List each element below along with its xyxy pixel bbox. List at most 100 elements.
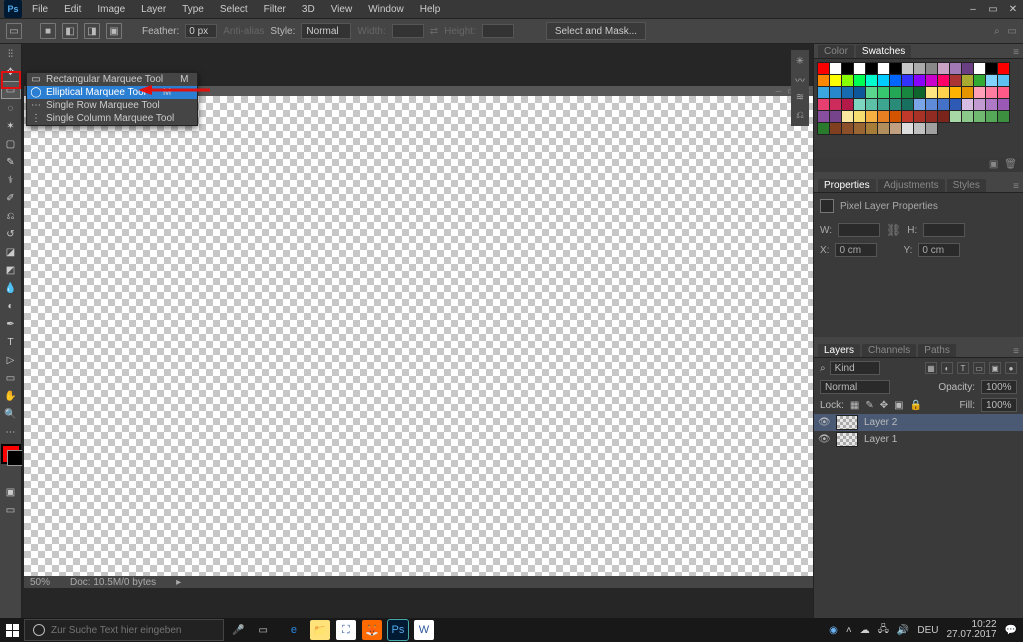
swatch[interactable] — [830, 111, 841, 122]
filter-smart-icon[interactable]: ▣ — [989, 362, 1001, 374]
flyout-item-single-column[interactable]: ⋮ Single Column Marquee Tool — [27, 112, 197, 125]
swatch[interactable] — [878, 87, 889, 98]
feather-field[interactable]: 0 px — [185, 24, 217, 38]
swatch[interactable] — [854, 63, 865, 74]
swatch[interactable] — [866, 111, 877, 122]
pen-tool[interactable]: ✒ — [2, 316, 20, 332]
panel-menu-icon[interactable]: ≡ — [1013, 346, 1023, 357]
brush-panel-icon[interactable]: 〰 — [793, 72, 807, 86]
swatch[interactable] — [854, 75, 865, 86]
swatch[interactable] — [926, 63, 937, 74]
swatch[interactable] — [962, 111, 973, 122]
menu-select[interactable]: Select — [214, 2, 254, 17]
swatch[interactable] — [878, 63, 889, 74]
swatch[interactable] — [902, 111, 913, 122]
swatch[interactable] — [902, 75, 913, 86]
swatch[interactable] — [890, 63, 901, 74]
swatch[interactable] — [986, 87, 997, 98]
layer-row[interactable]: 👁 Layer 1 — [814, 431, 1023, 448]
shape-tool[interactable]: ▭ — [2, 370, 20, 386]
swatch[interactable] — [890, 75, 901, 86]
swatch[interactable] — [998, 75, 1009, 86]
swatch[interactable] — [926, 99, 937, 110]
tray-network-icon[interactable]: 🖧 — [878, 622, 889, 639]
eyedropper-tool[interactable]: ✎ — [2, 154, 20, 170]
channels-tab[interactable]: Channels — [862, 344, 916, 357]
layers-search-icon[interactable]: ⌕ — [820, 363, 826, 374]
search-icon[interactable]: ⌕ — [994, 26, 1000, 37]
edge-icon[interactable]: e — [284, 620, 304, 640]
swatch[interactable] — [938, 75, 949, 86]
taskbar-search[interactable] — [24, 619, 224, 641]
swatch[interactable] — [842, 123, 853, 134]
status-arrow-icon[interactable]: ▸ — [176, 577, 181, 588]
swatch[interactable] — [950, 99, 961, 110]
lock-icon[interactable]: 🔒 — [910, 400, 922, 411]
swatch[interactable] — [854, 111, 865, 122]
healing-brush-tool[interactable]: ⚕ — [2, 172, 20, 188]
color-tab[interactable]: Color — [818, 45, 854, 58]
dodge-tool[interactable]: ◐ — [2, 298, 20, 314]
selection-subtract-icon[interactable]: ◨ — [84, 23, 100, 39]
zoom-tool[interactable]: 🔍 — [2, 406, 20, 422]
filter-toggle-icon[interactable]: ● — [1005, 362, 1017, 374]
swatch[interactable] — [950, 75, 961, 86]
window-restore[interactable]: ▭ — [983, 2, 1003, 17]
prop-h-field[interactable] — [923, 223, 965, 237]
swatch[interactable] — [842, 63, 853, 74]
firefox-icon[interactable]: 🦊 — [362, 620, 382, 640]
history-brush-tool[interactable]: ↺ — [2, 226, 20, 242]
workspace-menu-icon[interactable]: ▭ — [1008, 26, 1017, 37]
swatch[interactable] — [842, 75, 853, 86]
link-wh-icon[interactable]: ⛓ — [886, 223, 901, 237]
swatch[interactable] — [974, 75, 985, 86]
swatch[interactable] — [914, 111, 925, 122]
panel-menu-icon[interactable]: ≡ — [1013, 47, 1023, 58]
menu-type[interactable]: Type — [176, 2, 210, 17]
blend-mode-dropdown[interactable]: Normal — [820, 380, 890, 394]
delete-swatch-icon[interactable]: 🗑 — [1004, 159, 1017, 171]
gradient-tool[interactable]: ◩ — [2, 262, 20, 278]
swatch[interactable] — [818, 123, 829, 134]
swatch[interactable] — [902, 123, 913, 134]
swatch[interactable] — [974, 87, 985, 98]
swatch[interactable] — [926, 123, 937, 134]
swatch[interactable] — [842, 87, 853, 98]
clone-source-icon[interactable]: ⎌ — [793, 108, 807, 122]
swatch[interactable] — [818, 99, 829, 110]
layers-tab[interactable]: Layers — [818, 344, 860, 357]
swatch[interactable] — [962, 63, 973, 74]
visibility-icon[interactable]: 👁 — [818, 417, 830, 428]
swatch[interactable] — [818, 87, 829, 98]
swatch[interactable] — [998, 111, 1009, 122]
menu-image[interactable]: Image — [91, 2, 131, 17]
explorer-icon[interactable]: 📁 — [310, 620, 330, 640]
taskbar-clock[interactable]: 10:22 27.07.2017 — [946, 620, 996, 640]
crop-tool[interactable]: ▢ — [2, 136, 20, 152]
clone-stamp-tool[interactable]: ⎌ — [2, 208, 20, 224]
brush-tool[interactable]: ✐ — [2, 190, 20, 206]
swatch[interactable] — [890, 87, 901, 98]
layer-row[interactable]: 👁 Layer 2 — [814, 414, 1023, 431]
swatch[interactable] — [974, 99, 985, 110]
swatch[interactable] — [830, 123, 841, 134]
select-and-mask-button[interactable]: Select and Mask... — [546, 22, 646, 40]
swatch[interactable] — [902, 87, 913, 98]
lasso-tool[interactable]: ◌ — [2, 100, 20, 116]
window-close[interactable]: ✕ — [1003, 2, 1023, 17]
tray-volume-icon[interactable]: 🔊 — [897, 625, 909, 636]
handle-icon[interactable]: ⫶⫶ — [2, 46, 20, 62]
swatch[interactable] — [926, 111, 937, 122]
visibility-icon[interactable]: 👁 — [818, 434, 830, 445]
selection-add-icon[interactable]: ◧ — [62, 23, 78, 39]
tray-lang[interactable]: DEU — [917, 625, 938, 636]
swatch[interactable] — [854, 123, 865, 134]
task-view-icon[interactable]: ▭ — [252, 625, 273, 636]
screen-mode-icon[interactable]: ▭ — [2, 502, 20, 518]
eraser-tool[interactable]: ◪ — [2, 244, 20, 260]
menu-3d[interactable]: 3D — [296, 2, 321, 17]
menu-edit[interactable]: Edit — [58, 2, 87, 17]
swatches-tab[interactable]: Swatches — [856, 45, 911, 58]
swatch[interactable] — [842, 111, 853, 122]
tray-cloud-icon[interactable]: ☁ — [860, 625, 870, 636]
